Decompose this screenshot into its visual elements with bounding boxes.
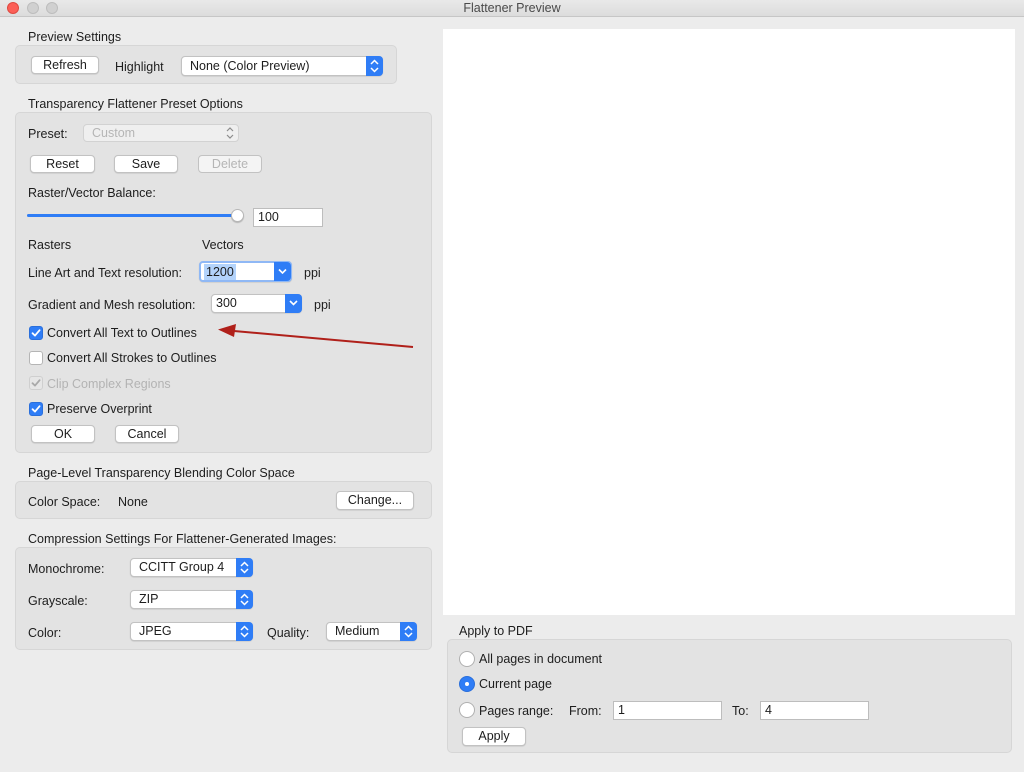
to-label: To: <box>732 704 749 718</box>
balance-value-field[interactable]: 100 <box>253 208 323 227</box>
quality-label: Quality: <box>267 626 310 640</box>
quality-popup[interactable]: Medium <box>326 622 417 641</box>
all-pages-radio[interactable] <box>459 651 475 667</box>
monochrome-value: CCITT Group 4 <box>139 560 225 574</box>
from-label: From: <box>569 704 602 718</box>
chevron-down-icon <box>285 294 302 313</box>
convert-text-outlines-label: Convert All Text to Outlines <box>47 326 197 340</box>
line-art-ppi-label: ppi <box>304 266 321 280</box>
gradient-resolution-combo[interactable]: 300 <box>211 294 302 313</box>
preview-canvas[interactable] <box>443 29 1015 615</box>
annotation-arrow-icon <box>218 324 414 348</box>
balance-slider-track[interactable] <box>27 214 238 217</box>
vectors-label: Vectors <box>202 238 244 252</box>
updown-chevron-icon <box>366 56 383 76</box>
save-button[interactable]: Save <box>114 155 178 173</box>
reset-button[interactable]: Reset <box>30 155 95 173</box>
preserve-overprint-label: Preserve Overprint <box>47 402 152 416</box>
convert-strokes-outlines-label: Convert All Strokes to Outlines <box>47 351 217 365</box>
all-pages-label: All pages in document <box>479 652 602 666</box>
refresh-button[interactable]: Refresh <box>31 56 99 74</box>
clip-complex-regions-checkbox[interactable] <box>29 376 43 390</box>
grayscale-label: Grayscale: <box>28 594 88 608</box>
highlight-value: None (Color Preview) <box>190 59 310 73</box>
compression-title: Compression Settings For Flattener-Gener… <box>28 532 337 546</box>
apply-to-pdf-title: Apply to PDF <box>459 624 533 638</box>
convert-text-outlines-checkbox[interactable] <box>29 326 43 340</box>
gradient-value: 300 <box>216 296 237 310</box>
line-art-label: Line Art and Text resolution: <box>28 266 183 280</box>
pages-range-label: Pages range: <box>479 704 554 718</box>
updown-chevron-icon <box>400 622 417 641</box>
delete-button[interactable]: Delete <box>198 155 262 173</box>
monochrome-popup[interactable]: CCITT Group 4 <box>130 558 253 577</box>
chevron-down-icon <box>274 262 291 281</box>
color-compression-popup[interactable]: JPEG <box>130 622 253 641</box>
gradient-ppi-label: ppi <box>314 298 331 312</box>
updown-chevron-icon <box>236 558 253 577</box>
clip-complex-regions-label: Clip Complex Regions <box>47 377 171 391</box>
monochrome-label: Monochrome: <box>28 562 105 576</box>
preset-value: Custom <box>92 126 136 140</box>
color-compression-value: JPEG <box>139 624 172 638</box>
current-page-radio[interactable] <box>459 676 475 692</box>
preview-settings-title: Preview Settings <box>28 30 122 44</box>
grayscale-value: ZIP <box>139 592 159 606</box>
apply-button[interactable]: Apply <box>462 727 526 746</box>
preset-label: Preset: <box>28 127 68 141</box>
cancel-button[interactable]: Cancel <box>115 425 179 443</box>
line-art-value: 1200 <box>204 264 236 280</box>
to-page-field[interactable]: 4 <box>760 701 869 720</box>
balance-label: Raster/Vector Balance: <box>28 186 156 200</box>
balance-slider-knob[interactable] <box>231 209 244 222</box>
title-bar: Flattener Preview <box>0 0 1024 17</box>
highlight-popup[interactable]: None (Color Preview) <box>181 56 383 76</box>
preset-popup[interactable]: Custom <box>83 124 239 142</box>
color-space-label: Color Space: <box>28 495 101 509</box>
window-title: Flattener Preview <box>463 1 561 15</box>
color-space-title: Page-Level Transparency Blending Color S… <box>28 466 295 480</box>
current-page-label: Current page <box>479 677 552 691</box>
pages-range-radio[interactable] <box>459 702 475 718</box>
from-page-field[interactable]: 1 <box>613 701 722 720</box>
change-color-space-button[interactable]: Change... <box>336 491 414 510</box>
convert-strokes-outlines-checkbox[interactable] <box>29 351 43 365</box>
preserve-overprint-checkbox[interactable] <box>29 402 43 416</box>
preset-options-title: Transparency Flattener Preset Options <box>28 97 243 111</box>
rasters-label: Rasters <box>28 238 72 252</box>
quality-value: Medium <box>335 624 380 638</box>
gradient-label: Gradient and Mesh resolution: <box>28 298 196 312</box>
ok-button[interactable]: OK <box>31 425 95 443</box>
line-art-resolution-combo[interactable]: 1200 <box>199 261 292 282</box>
balance-slider-fill <box>27 214 238 217</box>
grayscale-popup[interactable]: ZIP <box>130 590 253 609</box>
color-label: Color: <box>28 626 62 640</box>
updown-chevron-icon <box>236 622 253 641</box>
updown-chevron-icon <box>236 590 253 609</box>
color-space-value: None <box>118 495 148 509</box>
updown-chevron-icon <box>225 125 235 144</box>
highlight-label: Highlight <box>115 60 164 74</box>
